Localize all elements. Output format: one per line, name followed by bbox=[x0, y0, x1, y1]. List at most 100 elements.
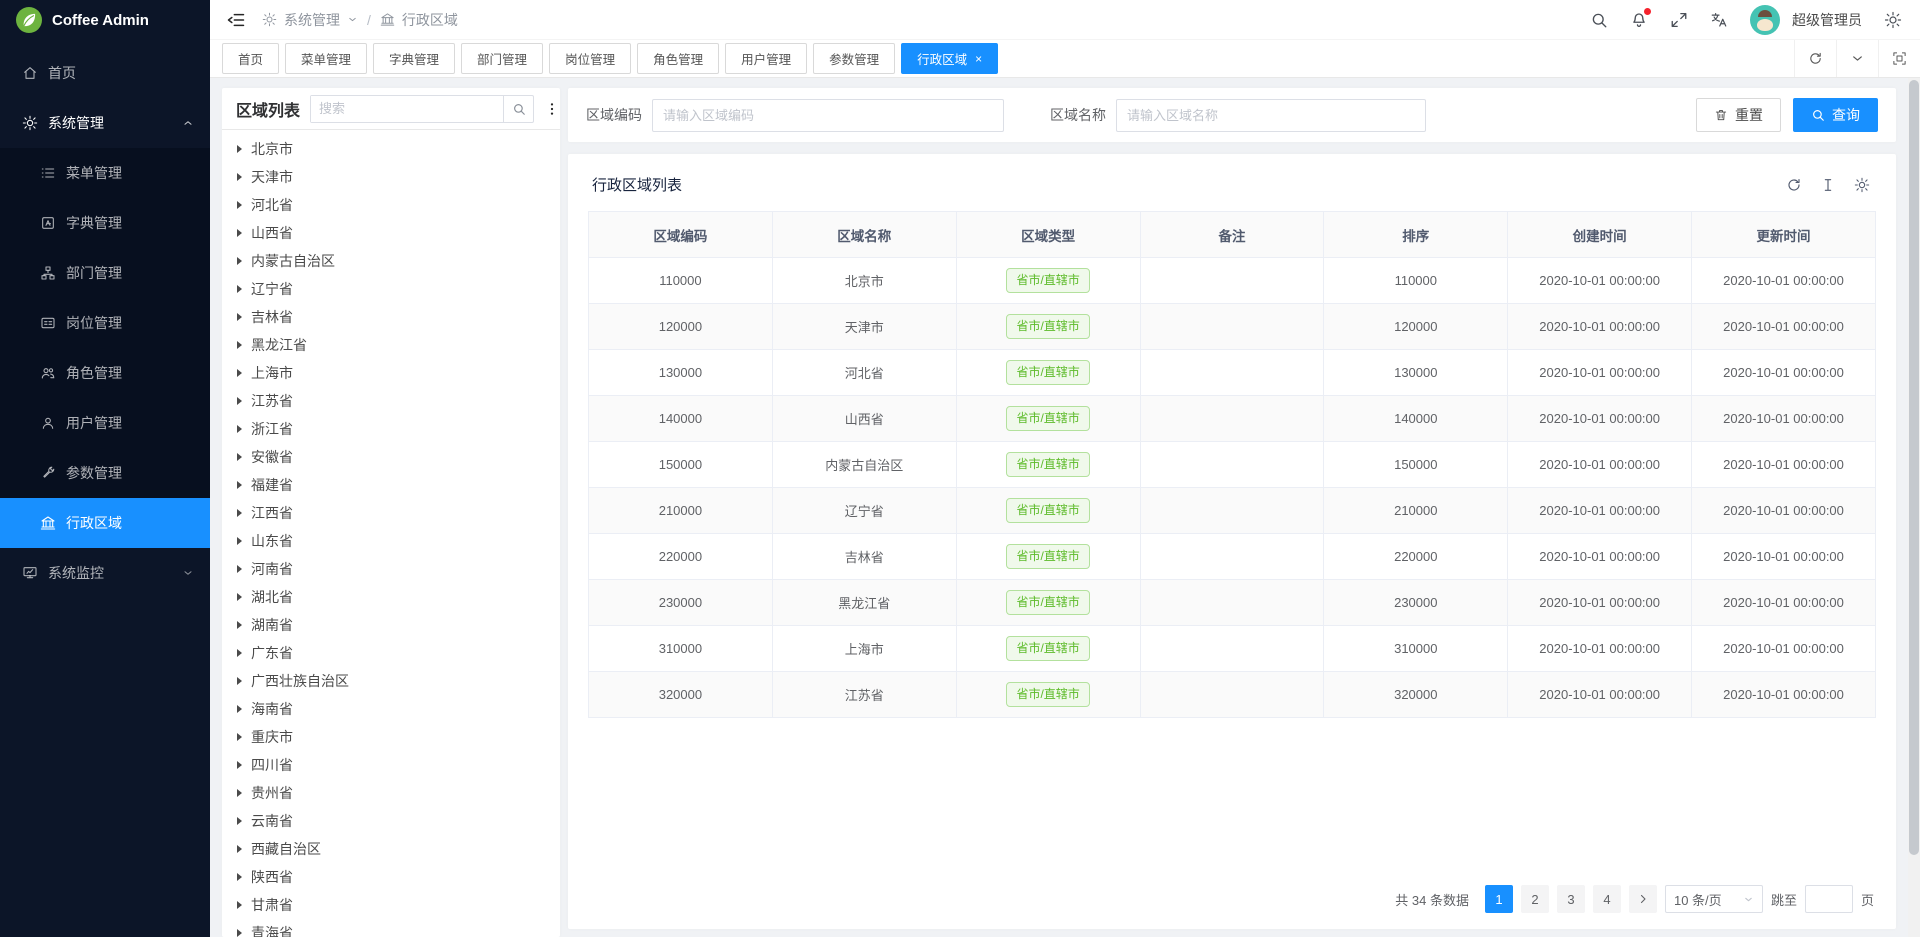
tab-menu-dropdown[interactable] bbox=[1836, 40, 1878, 77]
tree-item[interactable]: 广西壮族自治区 bbox=[222, 667, 560, 695]
caret-right-icon[interactable] bbox=[237, 341, 242, 349]
page-button-1[interactable]: 1 bbox=[1485, 885, 1513, 913]
caret-right-icon[interactable] bbox=[237, 285, 242, 293]
tree-item[interactable]: 云南省 bbox=[222, 807, 560, 835]
reset-button[interactable]: 重置 bbox=[1696, 98, 1781, 132]
query-button[interactable]: 查询 bbox=[1793, 98, 1878, 132]
scrollbar-thumb[interactable] bbox=[1909, 80, 1919, 855]
search-icon[interactable] bbox=[1590, 11, 1608, 29]
refresh-icon[interactable] bbox=[1786, 177, 1802, 193]
sidebar-item-home[interactable]: 首页 bbox=[0, 48, 210, 98]
caret-right-icon[interactable] bbox=[237, 677, 242, 685]
caret-right-icon[interactable] bbox=[237, 313, 242, 321]
caret-right-icon[interactable] bbox=[237, 789, 242, 797]
sidebar-item-administrative-region[interactable]: 行政区域 bbox=[0, 498, 210, 548]
user-name[interactable]: 超级管理员 bbox=[1792, 10, 1862, 30]
tree-item[interactable]: 辽宁省 bbox=[222, 275, 560, 303]
tree-item[interactable]: 浙江省 bbox=[222, 415, 560, 443]
sidebar-item-system-management[interactable]: 系统管理 bbox=[0, 98, 210, 148]
tree-item[interactable]: 吉林省 bbox=[222, 303, 560, 331]
tree-item[interactable]: 山东省 bbox=[222, 527, 560, 555]
caret-right-icon[interactable] bbox=[237, 481, 242, 489]
tab-home[interactable]: 首页 bbox=[222, 43, 279, 74]
avatar[interactable] bbox=[1750, 5, 1780, 35]
sidebar-item-menu-management[interactable]: 菜单管理 bbox=[0, 148, 210, 198]
tree-item[interactable]: 山西省 bbox=[222, 219, 560, 247]
tree-item[interactable]: 福建省 bbox=[222, 471, 560, 499]
fullscreen-icon[interactable] bbox=[1670, 11, 1688, 29]
caret-right-icon[interactable] bbox=[237, 705, 242, 713]
caret-right-icon[interactable] bbox=[237, 425, 242, 433]
tree-item[interactable]: 江苏省 bbox=[222, 387, 560, 415]
page-button-2[interactable]: 2 bbox=[1521, 885, 1549, 913]
tab-close-icon[interactable]: × bbox=[975, 53, 982, 65]
caret-right-icon[interactable] bbox=[237, 509, 242, 517]
tree-item[interactable]: 湖北省 bbox=[222, 583, 560, 611]
tree-item[interactable]: 海南省 bbox=[222, 695, 560, 723]
tree-item[interactable]: 甘肃省 bbox=[222, 891, 560, 919]
caret-right-icon[interactable] bbox=[237, 369, 242, 377]
caret-right-icon[interactable] bbox=[237, 845, 242, 853]
page-button-3[interactable]: 3 bbox=[1557, 885, 1585, 913]
tree-item[interactable]: 江西省 bbox=[222, 499, 560, 527]
sidebar-collapse-icon[interactable] bbox=[226, 10, 246, 30]
content-fullscreen-button[interactable] bbox=[1878, 40, 1920, 77]
caret-right-icon[interactable] bbox=[237, 817, 242, 825]
settings-gear-icon[interactable] bbox=[1884, 11, 1902, 29]
tree-more-menu[interactable] bbox=[544, 101, 560, 117]
tree-item[interactable]: 湖南省 bbox=[222, 611, 560, 639]
caret-right-icon[interactable] bbox=[237, 929, 242, 937]
tree-item[interactable]: 内蒙古自治区 bbox=[222, 247, 560, 275]
sidebar-item-dictionary-management[interactable]: 字典管理 bbox=[0, 198, 210, 248]
page-size-select[interactable]: 10 条/页 bbox=[1665, 885, 1763, 913]
tab-department-management[interactable]: 部门管理 bbox=[461, 43, 543, 74]
table-row[interactable]: 310000 上海市 省市/直辖市 310000 2020-10-01 00:0… bbox=[589, 626, 1876, 672]
tab-user-management[interactable]: 用户管理 bbox=[725, 43, 807, 74]
caret-right-icon[interactable] bbox=[237, 453, 242, 461]
table-row[interactable]: 150000 内蒙古自治区 省市/直辖市 150000 2020-10-01 0… bbox=[589, 442, 1876, 488]
sidebar-item-user-management[interactable]: 用户管理 bbox=[0, 398, 210, 448]
breadcrumb-parent[interactable]: 系统管理 bbox=[284, 10, 340, 30]
table-row[interactable]: 230000 黑龙江省 省市/直辖市 230000 2020-10-01 00:… bbox=[589, 580, 1876, 626]
table-row[interactable]: 140000 山西省 省市/直辖市 140000 2020-10-01 00:0… bbox=[589, 396, 1876, 442]
tab-menu-management[interactable]: 菜单管理 bbox=[285, 43, 367, 74]
tree-search-button[interactable] bbox=[503, 96, 533, 122]
brand[interactable]: Coffee Admin bbox=[0, 0, 210, 40]
row-density-icon[interactable] bbox=[1820, 177, 1836, 193]
caret-right-icon[interactable] bbox=[237, 173, 242, 181]
sidebar-item-department-management[interactable]: 部门管理 bbox=[0, 248, 210, 298]
caret-right-icon[interactable] bbox=[237, 201, 242, 209]
tree-item[interactable]: 上海市 bbox=[222, 359, 560, 387]
sidebar-item-post-management[interactable]: 岗位管理 bbox=[0, 298, 210, 348]
table-row[interactable]: 120000 天津市 省市/直辖市 120000 2020-10-01 00:0… bbox=[589, 304, 1876, 350]
tree-search-input[interactable] bbox=[311, 96, 503, 122]
caret-right-icon[interactable] bbox=[237, 257, 242, 265]
tab-post-management[interactable]: 岗位管理 bbox=[549, 43, 631, 74]
translate-icon[interactable] bbox=[1710, 11, 1728, 29]
tree-item[interactable]: 安徽省 bbox=[222, 443, 560, 471]
jump-page-input[interactable] bbox=[1805, 885, 1853, 913]
caret-right-icon[interactable] bbox=[237, 873, 242, 881]
tree-item[interactable]: 天津市 bbox=[222, 163, 560, 191]
tree-item[interactable]: 黑龙江省 bbox=[222, 331, 560, 359]
refresh-tabs-button[interactable] bbox=[1794, 40, 1836, 77]
page-button-4[interactable]: 4 bbox=[1593, 885, 1621, 913]
tab-parameter-management[interactable]: 参数管理 bbox=[813, 43, 895, 74]
caret-right-icon[interactable] bbox=[237, 229, 242, 237]
tree-item[interactable]: 陕西省 bbox=[222, 863, 560, 891]
next-page-button[interactable] bbox=[1629, 885, 1657, 913]
caret-right-icon[interactable] bbox=[237, 397, 242, 405]
tree-item[interactable]: 重庆市 bbox=[222, 723, 560, 751]
tree-item[interactable]: 四川省 bbox=[222, 751, 560, 779]
tree-item[interactable]: 广东省 bbox=[222, 639, 560, 667]
region-code-input[interactable] bbox=[652, 99, 1004, 132]
tab-role-management[interactable]: 角色管理 bbox=[637, 43, 719, 74]
caret-right-icon[interactable] bbox=[237, 649, 242, 657]
tree-item[interactable]: 河北省 bbox=[222, 191, 560, 219]
column-settings-gear-icon[interactable] bbox=[1854, 177, 1870, 193]
caret-right-icon[interactable] bbox=[237, 565, 242, 573]
caret-right-icon[interactable] bbox=[237, 901, 242, 909]
tree-item[interactable]: 河南省 bbox=[222, 555, 560, 583]
region-name-input[interactable] bbox=[1116, 99, 1426, 132]
table-row[interactable]: 210000 辽宁省 省市/直辖市 210000 2020-10-01 00:0… bbox=[589, 488, 1876, 534]
